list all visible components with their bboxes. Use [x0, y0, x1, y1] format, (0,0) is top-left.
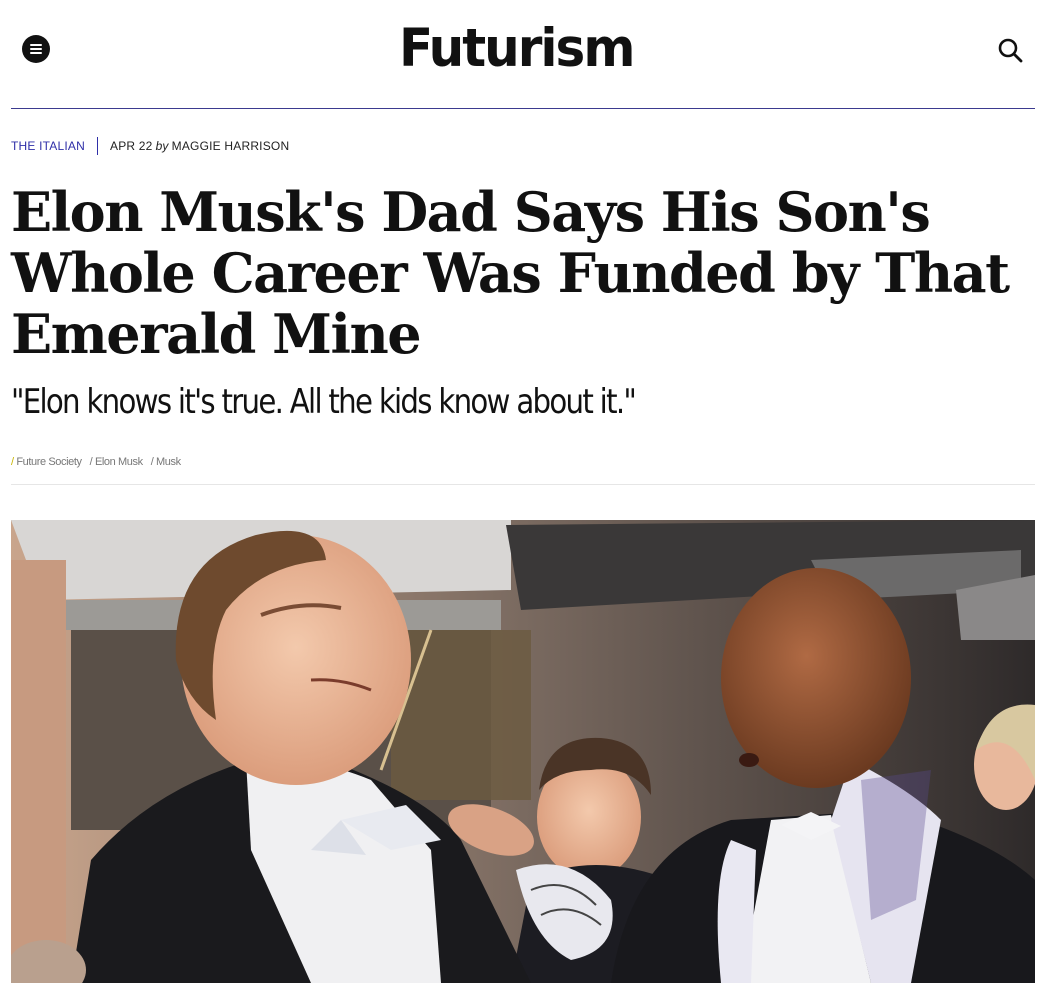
tags-divider	[11, 484, 1035, 485]
hamburger-menu-icon[interactable]	[22, 35, 50, 63]
section-link[interactable]: THE ITALIAN	[11, 139, 85, 153]
byline-prefix: by	[155, 139, 169, 153]
site-header: Futurism	[0, 0, 1053, 108]
publish-date: APR 22	[110, 139, 153, 153]
search-icon[interactable]	[996, 36, 1024, 64]
tag-list: / Future Society / Elon Musk / Musk	[11, 456, 181, 468]
hero-image	[11, 520, 1035, 983]
article-dek: "Elon knows it's true. All the kids know…	[11, 382, 637, 422]
header-divider	[11, 108, 1035, 109]
tag-musk[interactable]: / Musk	[151, 456, 181, 468]
hero-photo-illustration	[11, 520, 1035, 983]
article-meta: THE ITALIAN APR 22 by MAGGIE HARRISON	[11, 136, 289, 156]
article-headline: Elon Musk's Dad Says His Son's Whole Car…	[11, 180, 1010, 366]
author-link[interactable]: MAGGIE HARRISON	[172, 139, 290, 153]
tag-future-society[interactable]: / Future Society	[11, 456, 82, 468]
meta-divider	[97, 137, 98, 155]
futurism-logo[interactable]: Futurism	[399, 17, 649, 80]
tag-elon-musk[interactable]: / Elon Musk	[90, 456, 143, 468]
